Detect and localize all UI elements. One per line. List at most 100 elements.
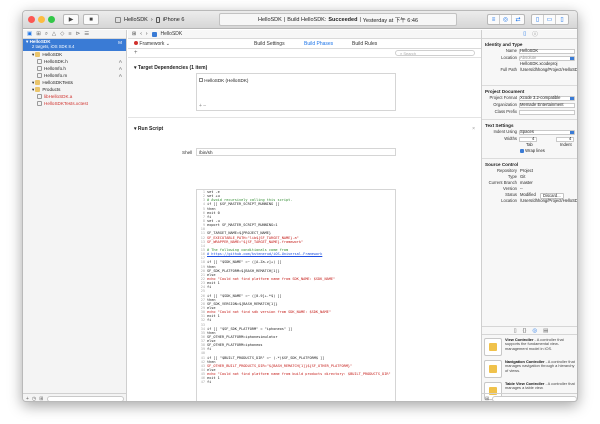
navigator-item[interactable]: ▾ HelloSDK — [23, 51, 126, 58]
symbol-icon[interactable]: ⊞ — [36, 31, 41, 37]
indent-using-value: Spaces — [520, 129, 534, 134]
library-item-text: Navigation Controller - A controller tha… — [505, 359, 577, 380]
activity-status-prefix: Build HelloSDK: — [287, 16, 327, 23]
tab-build-settings[interactable]: Build Settings — [254, 41, 285, 47]
file-icon — [37, 101, 42, 107]
forward-icon[interactable]: › — [146, 31, 148, 37]
shell-input[interactable]: /bin/sh — [196, 148, 396, 156]
script-editor[interactable]: 1 set -e 2 set +u 3 # Avoid recursively calli… — [196, 189, 396, 401]
navigator-footer: + ◷ ⊞ — [23, 393, 127, 402]
utilities-inspector: ▯ ⓘ Identity and Type Name HelloSDK Loca… — [481, 30, 578, 402]
navigator-item-label: Products — [42, 87, 61, 92]
stop-button[interactable]: ■ — [83, 14, 99, 25]
navigator-item[interactable]: HelloInfo.h A — [23, 65, 126, 72]
standard-editor-icon[interactable]: ≡ — [488, 15, 500, 24]
disclosure-triangle-icon[interactable]: ▾ — [26, 39, 28, 44]
activity-viewer: HelloSDK | Build HelloSDK: Succeeded | Y… — [219, 13, 457, 26]
project-root[interactable]: ▾ HelloSDK 2 targets, iOS SDK 8.4 M — [23, 39, 126, 51]
full-path-value: /Users/dhhong/Project/HelloSDK/HelloSDK.… — [520, 67, 578, 72]
script-line-text: echo "Could not find platform name from … — [207, 276, 336, 281]
library-item[interactable]: View Controller - A controller that supp… — [484, 337, 577, 358]
assistant-editor-icon[interactable]: ◎ — [500, 15, 512, 24]
full-path-row: Full Path /Users/dhhong/Project/HelloSDK… — [482, 67, 578, 81]
disclosure-triangle-icon[interactable]: ▾ — [32, 80, 34, 85]
scheme-selector[interactable]: HelloSDK › iPhone 6 — [115, 14, 184, 25]
navigator-item[interactable]: ▾ Products — [23, 86, 126, 93]
name-label: Name — [505, 48, 517, 53]
name-row: Name HelloSDK — [482, 48, 577, 54]
scm-status-badge: A — [118, 59, 122, 64]
delete-phase-icon[interactable]: × — [472, 124, 475, 134]
file-template-icon[interactable]: ▯ — [514, 328, 517, 334]
tab-build-phases[interactable]: Build Phases — [304, 41, 333, 47]
add-icon[interactable]: + — [26, 396, 29, 402]
breakpoint-icon[interactable]: ⊳ — [76, 31, 81, 37]
library-filter-input[interactable] — [492, 395, 577, 401]
dependency-item[interactable]: HelloSDK (HelloSDK) — [199, 78, 248, 83]
disclosure-triangle-icon[interactable]: ▾ — [32, 52, 34, 57]
back-icon[interactable]: ‹ — [140, 31, 142, 37]
code-snippet-icon[interactable]: {} — [523, 328, 527, 334]
device-icon — [155, 16, 160, 23]
jump-bar: ⊞ ‹ › HelloSDK — [128, 30, 481, 39]
run-button[interactable]: ▶ — [63, 14, 79, 25]
search-icon[interactable]: ⌕ — [45, 31, 48, 38]
script-line-text: if [[ "$BUILT_PRODUCTS_DIR" =~ (.*)$SF_S… — [207, 355, 325, 360]
wrap-lines-checkbox[interactable]: Wrap lines — [520, 148, 545, 154]
navigator-item[interactable]: ▾ HelloSDKTests — [23, 79, 126, 86]
class-prefix-field[interactable] — [519, 109, 575, 115]
grid-icon[interactable]: ⊞ — [39, 396, 43, 402]
breadcrumb[interactable]: HelloSDK — [161, 31, 183, 37]
test-icon[interactable]: ◇ — [60, 31, 64, 37]
grid-view-icon[interactable]: ⊞ — [485, 396, 489, 402]
folder-icon[interactable]: ▣ — [27, 31, 32, 37]
warning-icon[interactable]: △ — [52, 31, 56, 37]
toggle-debug-icon[interactable]: ▭ — [544, 15, 556, 24]
navigator-item[interactable]: HelloSDKTests.xctest — [23, 100, 126, 107]
shell-row: Shell /bin/sh — [128, 148, 481, 157]
organization-label: Organization — [493, 102, 517, 107]
target-selector[interactable]: Framework ⌄ — [134, 41, 170, 47]
dependencies-header[interactable]: ▾ Target Dependencies (1 item) — [128, 63, 481, 73]
tab-build-rules[interactable]: Build Rules — [352, 41, 377, 47]
toggle-utilities-icon[interactable]: ▯ — [556, 15, 568, 24]
class-prefix-label: Class Prefix — [494, 109, 517, 114]
full-path-label: Full Path — [500, 67, 517, 72]
activity-separator: | — [283, 16, 286, 23]
close-window-button[interactable] — [28, 16, 35, 23]
navigator-filter-input[interactable] — [46, 395, 124, 401]
file-inspector-icon[interactable]: ▯ — [523, 31, 526, 37]
source-control-title: Source Control — [482, 158, 577, 168]
navigator-item[interactable]: HelloSDK.h A — [23, 58, 126, 65]
zoom-window-button[interactable] — [48, 16, 55, 23]
toggle-navigator-icon[interactable]: ▯ — [532, 15, 544, 24]
run-script-header[interactable]: ▾ Run Script × — [128, 124, 481, 134]
version-editor-icon[interactable]: ⇄ — [512, 15, 524, 24]
library-item[interactable]: Navigation Controller - A controller tha… — [484, 359, 577, 380]
library-selector: ▯ {} ◎ ▤ — [482, 326, 577, 335]
navigator-item[interactable]: HelloInfo.m A — [23, 72, 126, 79]
report-icon[interactable]: ☰ — [84, 31, 89, 37]
object-library-icon[interactable]: ◎ — [532, 328, 537, 334]
identity-section-title: Identity and Type — [485, 42, 523, 47]
folder-icon — [35, 80, 41, 86]
shell-label: Shell — [182, 150, 193, 155]
app-icon — [115, 16, 121, 23]
navigator-item-label: HelloSDK.h — [44, 59, 68, 64]
project-root-subtitle: 2 targets, iOS SDK 8.4 — [32, 44, 75, 49]
inspector-footer: ⊞ — [482, 393, 577, 402]
debug-icon[interactable]: ≡ — [68, 31, 71, 37]
add-remove-dependency-buttons[interactable]: + – — [199, 103, 206, 109]
disclosure-triangle-icon[interactable]: ▾ — [32, 87, 34, 92]
phase-search-input[interactable]: ⌕ Search — [395, 50, 475, 56]
script-line-text: fi — [207, 380, 212, 385]
related-items-icon[interactable]: ⊞ — [132, 31, 136, 37]
add-phase-button[interactable]: + — [134, 50, 138, 56]
minimize-window-button[interactable] — [38, 16, 45, 23]
media-library-icon[interactable]: ▤ — [543, 328, 548, 334]
quick-help-icon[interactable]: ⓘ — [532, 30, 538, 38]
file-tree: ▾ HelloSDK HelloSDK.h A HelloInfo.h A HelloInf… — [23, 51, 126, 107]
navigator-item[interactable]: libHelloSDK.a — [23, 93, 126, 100]
scheme-name: HelloSDK — [124, 16, 148, 23]
clock-icon[interactable]: ◷ — [32, 396, 36, 402]
